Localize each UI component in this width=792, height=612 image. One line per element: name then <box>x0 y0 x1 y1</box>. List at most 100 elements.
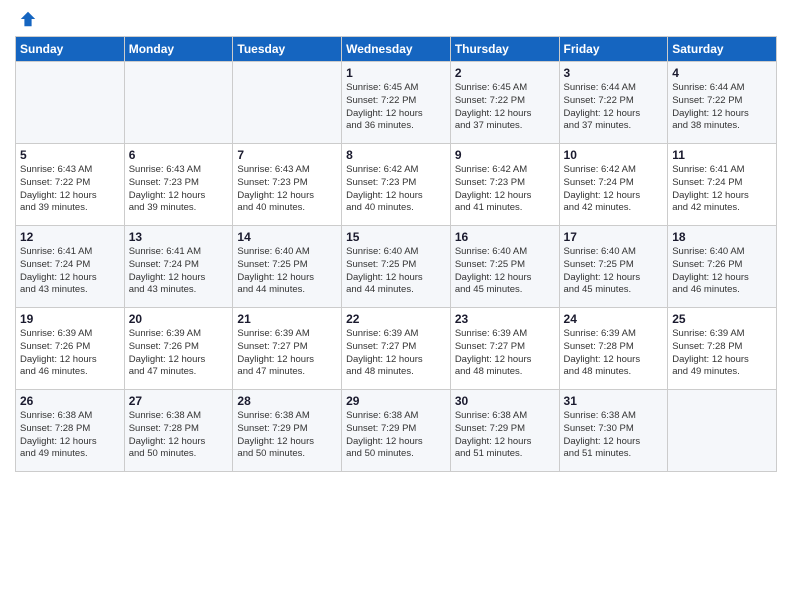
day-number: 14 <box>237 230 337 244</box>
day-number: 22 <box>346 312 446 326</box>
calendar-day-15: 15Sunrise: 6:40 AM Sunset: 7:25 PM Dayli… <box>342 226 451 308</box>
calendar-header-friday: Friday <box>559 37 668 62</box>
day-number: 17 <box>564 230 664 244</box>
day-number: 25 <box>672 312 772 326</box>
day-info: Sunrise: 6:40 AM Sunset: 7:26 PM Dayligh… <box>672 246 772 297</box>
calendar-day-7: 7Sunrise: 6:43 AM Sunset: 7:23 PM Daylig… <box>233 144 342 226</box>
calendar-empty-cell <box>124 62 233 144</box>
day-info: Sunrise: 6:41 AM Sunset: 7:24 PM Dayligh… <box>129 246 229 297</box>
day-info: Sunrise: 6:44 AM Sunset: 7:22 PM Dayligh… <box>564 82 664 133</box>
day-number: 19 <box>20 312 120 326</box>
day-info: Sunrise: 6:40 AM Sunset: 7:25 PM Dayligh… <box>564 246 664 297</box>
calendar-day-20: 20 Sunrise: 6:39 AM Sunset: 7:26 PM Dayli… <box>124 308 233 390</box>
day-number: 20 <box>129 312 229 326</box>
day-info: Sunrise: 6:38 AM Sunset: 7:29 PM Dayligh… <box>455 410 555 461</box>
calendar-empty-cell <box>233 62 342 144</box>
day-info: Sunrise: 6:43 AM Sunset: 7:23 PM Dayligh… <box>129 164 229 215</box>
day-info: Sunrise: 6:38 AM Sunset: 7:29 PM Dayligh… <box>237 410 337 461</box>
calendar-header-thursday: Thursday <box>450 37 559 62</box>
day-info: Sunrise: 6:42 AM Sunset: 7:23 PM Dayligh… <box>346 164 446 215</box>
calendar-week-row: 12 Sunrise: 6:41 AM Sunset: 7:24 PM Dayli… <box>16 226 777 308</box>
calendar-day-1: 1 Sunrise: 6:45 AM Sunset: 7:22 PM Daylig… <box>342 62 451 144</box>
calendar-day-9: 9Sunrise: 6:42 AM Sunset: 7:23 PM Daylig… <box>450 144 559 226</box>
calendar-day-8: 8Sunrise: 6:42 AM Sunset: 7:23 PM Daylig… <box>342 144 451 226</box>
day-info: Sunrise: 6:43 AM Sunset: 7:22 PM Dayligh… <box>20 164 120 215</box>
day-info: Sunrise: 6:45 AM Sunset: 7:22 PM Dayligh… <box>346 82 446 133</box>
day-number: 24 <box>564 312 664 326</box>
calendar-day-31: 31 Sunrise: 6:38 AM Sunset: 7:30 PM Dayli… <box>559 390 668 472</box>
calendar-day-27: 27Sunrise: 6:38 AM Sunset: 7:28 PM Dayli… <box>124 390 233 472</box>
calendar-day-21: 21 Sunrise: 6:39 AM Sunset: 7:27 PM Dayli… <box>233 308 342 390</box>
calendar-day-18: 18 Sunrise: 6:40 AM Sunset: 7:26 PM Dayli… <box>668 226 777 308</box>
calendar-header-row: SundayMondayTuesdayWednesdayThursdayFrid… <box>16 37 777 62</box>
day-info: Sunrise: 6:38 AM Sunset: 7:28 PM Dayligh… <box>129 410 229 461</box>
day-number: 5 <box>20 148 120 162</box>
logo <box>15 10 37 28</box>
day-number: 21 <box>237 312 337 326</box>
day-info: Sunrise: 6:39 AM Sunset: 7:28 PM Dayligh… <box>672 328 772 379</box>
calendar-header-sunday: Sunday <box>16 37 125 62</box>
calendar-day-10: 10Sunrise: 6:42 AM Sunset: 7:24 PM Dayli… <box>559 144 668 226</box>
day-info: Sunrise: 6:44 AM Sunset: 7:22 PM Dayligh… <box>672 82 772 133</box>
calendar-day-13: 13 Sunrise: 6:41 AM Sunset: 7:24 PM Dayli… <box>124 226 233 308</box>
day-number: 15 <box>346 230 446 244</box>
calendar: SundayMondayTuesdayWednesdayThursdayFrid… <box>15 36 777 472</box>
day-number: 4 <box>672 66 772 80</box>
calendar-header-saturday: Saturday <box>668 37 777 62</box>
calendar-day-24: 24 Sunrise: 6:39 AM Sunset: 7:28 PM Dayli… <box>559 308 668 390</box>
day-info: Sunrise: 6:40 AM Sunset: 7:25 PM Dayligh… <box>455 246 555 297</box>
day-info: Sunrise: 6:38 AM Sunset: 7:28 PM Dayligh… <box>20 410 120 461</box>
calendar-empty-cell <box>16 62 125 144</box>
calendar-empty-cell <box>668 390 777 472</box>
day-number: 1 <box>346 66 446 80</box>
day-info: Sunrise: 6:40 AM Sunset: 7:25 PM Dayligh… <box>237 246 337 297</box>
calendar-day-2: 2 Sunrise: 6:45 AM Sunset: 7:22 PM Daylig… <box>450 62 559 144</box>
calendar-week-row: 5 Sunrise: 6:43 AM Sunset: 7:22 PM Daylig… <box>16 144 777 226</box>
calendar-day-12: 12 Sunrise: 6:41 AM Sunset: 7:24 PM Dayli… <box>16 226 125 308</box>
day-info: Sunrise: 6:38 AM Sunset: 7:30 PM Dayligh… <box>564 410 664 461</box>
day-number: 9 <box>455 148 555 162</box>
day-number: 6 <box>129 148 229 162</box>
calendar-day-23: 23 Sunrise: 6:39 AM Sunset: 7:27 PM Dayli… <box>450 308 559 390</box>
day-info: Sunrise: 6:41 AM Sunset: 7:24 PM Dayligh… <box>672 164 772 215</box>
day-info: Sunrise: 6:39 AM Sunset: 7:27 PM Dayligh… <box>346 328 446 379</box>
day-info: Sunrise: 6:39 AM Sunset: 7:26 PM Dayligh… <box>129 328 229 379</box>
header <box>15 10 777 28</box>
calendar-day-3: 3 Sunrise: 6:44 AM Sunset: 7:22 PM Daylig… <box>559 62 668 144</box>
day-number: 28 <box>237 394 337 408</box>
day-number: 2 <box>455 66 555 80</box>
calendar-day-5: 5 Sunrise: 6:43 AM Sunset: 7:22 PM Daylig… <box>16 144 125 226</box>
calendar-week-row: 19 Sunrise: 6:39 AM Sunset: 7:26 PM Dayli… <box>16 308 777 390</box>
calendar-header-wednesday: Wednesday <box>342 37 451 62</box>
calendar-day-26: 26 Sunrise: 6:38 AM Sunset: 7:28 PM Dayli… <box>16 390 125 472</box>
calendar-week-row: 26 Sunrise: 6:38 AM Sunset: 7:28 PM Dayli… <box>16 390 777 472</box>
day-info: Sunrise: 6:39 AM Sunset: 7:26 PM Dayligh… <box>20 328 120 379</box>
day-number: 23 <box>455 312 555 326</box>
calendar-header-monday: Monday <box>124 37 233 62</box>
day-info: Sunrise: 6:38 AM Sunset: 7:29 PM Dayligh… <box>346 410 446 461</box>
calendar-week-row: 1 Sunrise: 6:45 AM Sunset: 7:22 PM Daylig… <box>16 62 777 144</box>
day-number: 13 <box>129 230 229 244</box>
day-number: 12 <box>20 230 120 244</box>
calendar-day-17: 17 Sunrise: 6:40 AM Sunset: 7:25 PM Dayli… <box>559 226 668 308</box>
day-info: Sunrise: 6:45 AM Sunset: 7:22 PM Dayligh… <box>455 82 555 133</box>
day-info: Sunrise: 6:43 AM Sunset: 7:23 PM Dayligh… <box>237 164 337 215</box>
calendar-day-11: 11 Sunrise: 6:41 AM Sunset: 7:24 PM Dayli… <box>668 144 777 226</box>
day-number: 30 <box>455 394 555 408</box>
day-number: 3 <box>564 66 664 80</box>
day-info: Sunrise: 6:39 AM Sunset: 7:28 PM Dayligh… <box>564 328 664 379</box>
day-number: 18 <box>672 230 772 244</box>
day-number: 31 <box>564 394 664 408</box>
day-number: 26 <box>20 394 120 408</box>
calendar-day-4: 4 Sunrise: 6:44 AM Sunset: 7:22 PM Daylig… <box>668 62 777 144</box>
calendar-day-14: 14 Sunrise: 6:40 AM Sunset: 7:25 PM Dayli… <box>233 226 342 308</box>
day-info: Sunrise: 6:41 AM Sunset: 7:24 PM Dayligh… <box>20 246 120 297</box>
day-info: Sunrise: 6:39 AM Sunset: 7:27 PM Dayligh… <box>237 328 337 379</box>
day-number: 11 <box>672 148 772 162</box>
calendar-day-22: 22 Sunrise: 6:39 AM Sunset: 7:27 PM Dayli… <box>342 308 451 390</box>
day-info: Sunrise: 6:39 AM Sunset: 7:27 PM Dayligh… <box>455 328 555 379</box>
calendar-day-28: 28 Sunrise: 6:38 AM Sunset: 7:29 PM Dayli… <box>233 390 342 472</box>
calendar-day-16: 16Sunrise: 6:40 AM Sunset: 7:25 PM Dayli… <box>450 226 559 308</box>
calendar-day-19: 19 Sunrise: 6:39 AM Sunset: 7:26 PM Dayli… <box>16 308 125 390</box>
calendar-day-30: 30 Sunrise: 6:38 AM Sunset: 7:29 PM Dayli… <box>450 390 559 472</box>
